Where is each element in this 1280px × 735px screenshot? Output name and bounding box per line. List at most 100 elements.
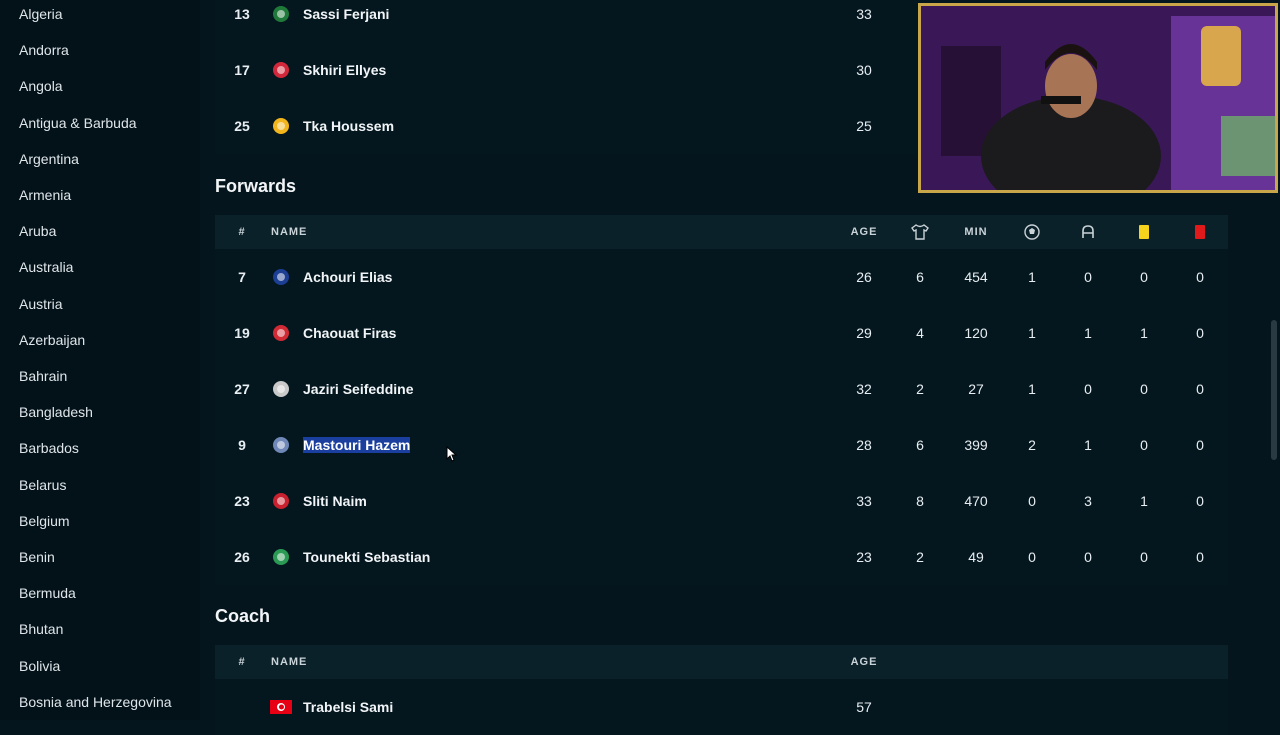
header-minutes[interactable]: MIN bbox=[960, 215, 992, 249]
coach-row[interactable]: Trabelsi Sami 57 bbox=[215, 679, 1228, 735]
header-assists[interactable] bbox=[1072, 215, 1104, 249]
player-appearances: 6 bbox=[916, 437, 924, 453]
page-scrollbar[interactable] bbox=[1271, 320, 1277, 460]
header-name[interactable]: NAME bbox=[271, 215, 371, 249]
player-number: 19 bbox=[234, 325, 250, 341]
player-name-link[interactable]: Sassi Ferjani bbox=[303, 0, 389, 42]
sidebar-country-item[interactable]: Bosnia and Herzegovina bbox=[19, 692, 172, 712]
player-assists: 0 bbox=[1084, 549, 1092, 565]
sidebar-country-item[interactable]: Bhutan bbox=[19, 619, 63, 639]
player-red-cards: 0 bbox=[1196, 549, 1204, 565]
player-name-link[interactable]: Tounekti Sebastian bbox=[303, 529, 430, 585]
player-minutes: 27 bbox=[968, 381, 984, 397]
player-appearances: 4 bbox=[916, 325, 924, 341]
sidebar-country-item[interactable]: Belgium bbox=[19, 511, 70, 531]
player-number: 25 bbox=[234, 118, 250, 134]
sidebar-country-item[interactable]: Bermuda bbox=[19, 583, 76, 603]
club-crest-icon bbox=[273, 6, 289, 22]
header-number[interactable]: # bbox=[227, 215, 257, 249]
club-crest-icon bbox=[273, 381, 289, 397]
player-name: Tka Houssem bbox=[303, 118, 395, 134]
country-sidebar: Algeria Andorra Angola Antigua & Barbuda Arg… bbox=[0, 0, 200, 720]
coach-name-link[interactable]: Trabelsi Sami bbox=[303, 679, 393, 735]
sidebar-country-item[interactable]: Argentina bbox=[19, 149, 79, 169]
header-red-cards[interactable] bbox=[1184, 215, 1216, 249]
player-age: 30 bbox=[856, 62, 872, 78]
header-goals[interactable] bbox=[1016, 215, 1048, 249]
player-number: 9 bbox=[238, 437, 246, 453]
header-yellow-cards[interactable] bbox=[1128, 215, 1160, 249]
player-yellow-cards: 0 bbox=[1140, 269, 1148, 285]
sidebar-country-item[interactable]: Algeria bbox=[19, 4, 63, 24]
sidebar-country-item[interactable]: Bangladesh bbox=[19, 402, 93, 422]
player-name-link[interactable]: Chaouat Firas bbox=[303, 305, 396, 361]
player-name: Sliti Naim bbox=[303, 493, 367, 509]
player-number: 7 bbox=[238, 269, 246, 285]
mouse-cursor-icon bbox=[446, 446, 458, 462]
player-number: 26 bbox=[234, 549, 250, 565]
player-name-link[interactable]: Tka Houssem bbox=[303, 98, 394, 154]
header-age[interactable]: AGE bbox=[848, 645, 880, 679]
player-minutes: 399 bbox=[964, 437, 988, 453]
player-assists: 0 bbox=[1084, 269, 1092, 285]
sidebar-country-item[interactable]: Armenia bbox=[19, 185, 71, 205]
player-name-link[interactable]: Mastouri Hazem bbox=[303, 417, 411, 473]
player-age: 33 bbox=[856, 493, 872, 509]
club-crest-icon bbox=[273, 493, 289, 509]
player-age: 25 bbox=[856, 118, 872, 134]
sidebar-country-item[interactable]: Austria bbox=[19, 294, 63, 314]
player-red-cards: 0 bbox=[1196, 437, 1204, 453]
shirt-icon bbox=[911, 224, 929, 240]
sidebar-country-item[interactable]: Andorra bbox=[19, 40, 69, 60]
player-yellow-cards: 1 bbox=[1140, 493, 1148, 509]
forwards-table-header: # NAME AGE MIN bbox=[215, 215, 1228, 249]
player-age: 26 bbox=[856, 269, 872, 285]
red-card-icon bbox=[1195, 225, 1205, 240]
player-name-link[interactable]: Skhiri Ellyes bbox=[303, 42, 386, 98]
header-age[interactable]: AGE bbox=[848, 215, 880, 249]
player-row[interactable]: 26 Tounekti Sebastian 23 2 49 0 0 0 0 bbox=[215, 529, 1228, 585]
player-name-link[interactable]: Sliti Naim bbox=[303, 473, 367, 529]
sidebar-country-item[interactable]: Angola bbox=[19, 76, 63, 96]
player-number: 13 bbox=[234, 6, 250, 22]
player-minutes: 454 bbox=[964, 269, 988, 285]
club-crest-icon bbox=[273, 269, 289, 285]
sidebar-country-item[interactable]: Benin bbox=[19, 547, 55, 567]
player-row[interactable]: 7 Achouri Elias 26 6 454 1 0 0 0 bbox=[215, 249, 1228, 305]
player-age: 23 bbox=[856, 549, 872, 565]
sidebar-country-item[interactable]: Aruba bbox=[19, 221, 56, 241]
player-appearances: 6 bbox=[916, 269, 924, 285]
player-yellow-cards: 0 bbox=[1140, 381, 1148, 397]
club-crest-icon bbox=[273, 437, 289, 453]
sidebar-country-item[interactable]: Bahrain bbox=[19, 366, 67, 386]
player-name-link[interactable]: Jaziri Seifeddine bbox=[303, 361, 413, 417]
ball-icon bbox=[1024, 224, 1040, 240]
sidebar-country-item[interactable]: Azerbaijan bbox=[19, 330, 85, 350]
player-goals: 2 bbox=[1028, 437, 1036, 453]
player-row[interactable]: 9 Mastouri Hazem 28 6 399 2 1 0 0 bbox=[215, 417, 1228, 473]
player-row[interactable]: 23 Sliti Naim 33 8 470 0 3 1 0 bbox=[215, 473, 1228, 529]
sidebar-country-item[interactable]: Barbados bbox=[19, 438, 79, 458]
player-name-link[interactable]: Achouri Elias bbox=[303, 249, 392, 305]
header-appearances[interactable] bbox=[904, 215, 936, 249]
sidebar-country-item[interactable]: Antigua & Barbuda bbox=[19, 113, 137, 133]
player-age: 33 bbox=[856, 6, 872, 22]
player-goals: 1 bbox=[1028, 325, 1036, 341]
player-row[interactable]: 27 Jaziri Seifeddine 32 2 27 1 0 0 0 bbox=[215, 361, 1228, 417]
yellow-card-icon bbox=[1139, 225, 1149, 240]
player-goals: 1 bbox=[1028, 381, 1036, 397]
sidebar-country-item[interactable]: Bolivia bbox=[19, 656, 60, 676]
player-row[interactable]: 19 Chaouat Firas 29 4 120 1 1 1 0 bbox=[215, 305, 1228, 361]
player-name: Tounekti Sebastian bbox=[303, 549, 431, 565]
player-yellow-cards: 1 bbox=[1140, 325, 1148, 341]
club-crest-icon bbox=[273, 118, 289, 134]
club-crest-icon bbox=[273, 325, 289, 341]
header-number[interactable]: # bbox=[227, 645, 257, 679]
sidebar-country-item[interactable]: Belarus bbox=[19, 475, 66, 495]
player-red-cards: 0 bbox=[1196, 269, 1204, 285]
player-name: Chaouat Firas bbox=[303, 325, 397, 341]
header-name[interactable]: NAME bbox=[271, 645, 371, 679]
player-appearances: 2 bbox=[916, 381, 924, 397]
player-age: 28 bbox=[856, 437, 872, 453]
sidebar-country-item[interactable]: Australia bbox=[19, 257, 73, 277]
